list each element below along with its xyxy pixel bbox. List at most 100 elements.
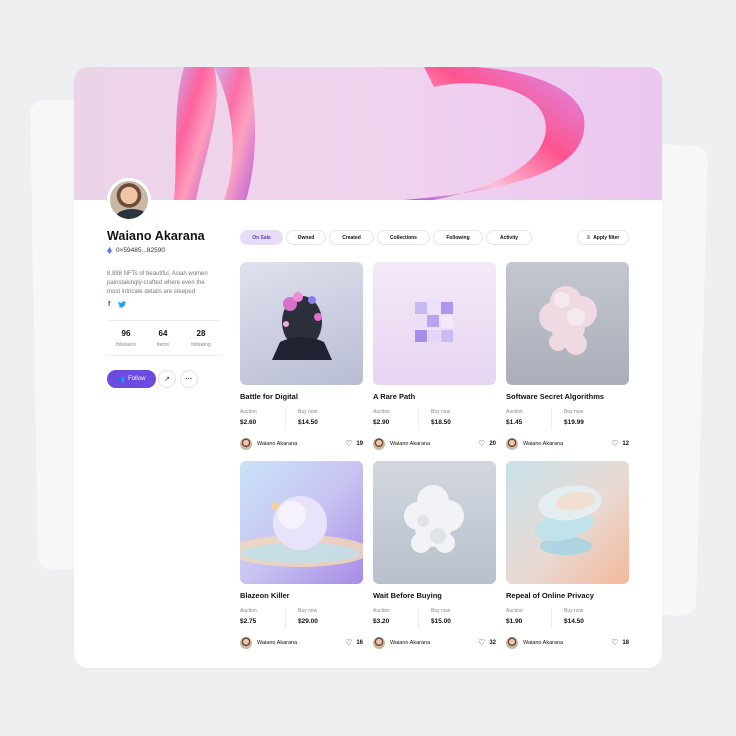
- nft-card[interactable]: A Rare Path Auction $2.90 Buy now $18.50 W…: [373, 262, 496, 450]
- facebook-icon[interactable]: f: [108, 301, 110, 310]
- nft-card[interactable]: Software Secret Algorithms Auction $1.45 …: [506, 262, 629, 450]
- profile-banner: [74, 67, 662, 200]
- buy-now-price: $19.99: [564, 419, 584, 426]
- tab-created[interactable]: Created: [329, 230, 374, 245]
- like-button[interactable]: ♡ 32: [478, 638, 496, 647]
- stats-divider-bottom: [107, 355, 221, 356]
- stat-following: 28 following: [183, 329, 219, 348]
- buy-now-label: Buy now: [564, 608, 584, 614]
- stat-value: 96: [121, 329, 131, 338]
- buy-now-label: Buy now: [298, 608, 318, 614]
- tab-activity[interactable]: Activity: [486, 230, 532, 245]
- auction-price: $2.75: [240, 618, 257, 625]
- buy-now-price: $14.50: [564, 618, 584, 625]
- nft-card[interactable]: Battle for Digital Auction $2.60 Buy now $…: [240, 262, 363, 450]
- filter-icon: ≡: [586, 234, 591, 241]
- like-count: 12: [622, 440, 629, 447]
- owner-avatar: [373, 437, 385, 450]
- nft-title[interactable]: A Rare Path: [373, 392, 496, 401]
- profile-card: Waiano Akarana 0×59485...82590 8,888 NFT…: [74, 67, 662, 668]
- owner-name[interactable]: Waiano Akarana: [523, 441, 611, 447]
- auction-price: $2.60: [240, 419, 257, 426]
- follow-button[interactable]: 👥 Follow: [107, 370, 156, 388]
- like-button[interactable]: ♡ 19: [345, 439, 363, 448]
- like-count: 16: [356, 639, 363, 646]
- heart-icon: ♡: [345, 638, 353, 647]
- auction-label: Auction: [240, 409, 257, 415]
- share-button[interactable]: ↗: [158, 370, 176, 388]
- nft-image-white-cloud[interactable]: [373, 461, 496, 584]
- wallet-address-text: 0×59485...82590: [116, 247, 165, 254]
- price-row: Auction $1.90 Buy now $14.50: [506, 608, 629, 628]
- nft-title[interactable]: Repeal of Online Privacy: [506, 591, 629, 600]
- price-row: Auction $2.60 Buy now $14.50: [240, 409, 363, 429]
- owner-row: Waiano Akarana ♡ 12: [506, 437, 629, 450]
- follow-label: Follow: [128, 376, 146, 382]
- tab-collections[interactable]: Collections: [377, 230, 430, 245]
- owner-row: Waiano Akarana ♡ 32: [373, 636, 496, 649]
- buy-now-price: $14.50: [298, 419, 318, 426]
- wallet-address[interactable]: 0×59485...82590: [107, 247, 165, 254]
- nft-image-cloud[interactable]: [506, 262, 629, 385]
- owner-row: Waiano Akarana ♡ 16: [240, 636, 363, 649]
- auction-label: Auction: [506, 409, 523, 415]
- like-count: 20: [489, 440, 496, 447]
- like-button[interactable]: ♡ 20: [478, 439, 496, 448]
- buy-now-price: $18.50: [431, 419, 451, 426]
- tab-owned[interactable]: Owned: [286, 230, 326, 245]
- twitter-icon[interactable]: [118, 301, 127, 310]
- like-button[interactable]: ♡ 12: [611, 439, 629, 448]
- owner-name[interactable]: Waiano Akarana: [257, 441, 345, 447]
- nft-image-sphere[interactable]: [240, 461, 363, 584]
- auction-price: $1.45: [506, 419, 523, 426]
- apply-filter-button[interactable]: ≡ Apply filter: [577, 230, 629, 245]
- nft-image-discs[interactable]: [506, 461, 629, 584]
- more-button[interactable]: ···: [180, 370, 198, 388]
- like-button[interactable]: ♡ 16: [345, 638, 363, 647]
- like-count: 32: [489, 639, 496, 646]
- add-user-icon: 👥: [117, 376, 126, 383]
- tab-bar: On Sale Owned Created Collections Follow…: [240, 230, 532, 245]
- owner-name[interactable]: Waiano Akarana: [390, 441, 478, 447]
- nft-image-robot-head[interactable]: [240, 262, 363, 385]
- buy-now-price: $15.00: [431, 618, 451, 625]
- nft-title[interactable]: Blazeon Killer: [240, 591, 363, 600]
- heart-icon: ♡: [611, 638, 619, 647]
- profile-bio: 8,888 NFTs of beautiful, Asian women pai…: [107, 271, 208, 295]
- owner-name[interactable]: Waiano Akarana: [390, 640, 478, 646]
- owner-name[interactable]: Waiano Akarana: [523, 640, 611, 646]
- buy-now-label: Buy now: [431, 409, 451, 415]
- price-row: Auction $1.45 Buy now $19.99: [506, 409, 629, 429]
- auction-label: Auction: [506, 608, 523, 614]
- owner-row: Waiano Akarana ♡ 19: [240, 437, 363, 450]
- nft-card[interactable]: Blazeon Killer Auction $2.75 Buy now $29.0…: [240, 461, 363, 649]
- arrow-up-right-icon: ↗: [164, 376, 170, 383]
- nft-image-cube[interactable]: [373, 262, 496, 385]
- stat-value: 64: [158, 329, 168, 338]
- auction-price: $3.20: [373, 618, 390, 625]
- like-count: 18: [622, 639, 629, 646]
- buy-now-label: Buy now: [564, 409, 584, 415]
- nft-title[interactable]: Battle for Digital: [240, 392, 363, 401]
- nft-title[interactable]: Software Secret Algorithms: [506, 392, 629, 401]
- heart-icon: ♡: [478, 439, 486, 448]
- nft-card[interactable]: Repeal of Online Privacy Auction $1.90 Bu…: [506, 461, 629, 649]
- auction-price: $1.90: [506, 618, 523, 625]
- owner-row: Waiano Akarana ♡ 18: [506, 636, 629, 649]
- price-row: Auction $2.90 Buy now $18.50: [373, 409, 496, 429]
- heart-icon: ♡: [478, 638, 486, 647]
- buy-now-label: Buy now: [298, 409, 318, 415]
- stat-items: 64 items: [145, 329, 181, 348]
- tab-following[interactable]: Following: [433, 230, 483, 245]
- owner-name[interactable]: Waiano Akarana: [257, 640, 345, 646]
- like-button[interactable]: ♡ 18: [611, 638, 629, 647]
- stat-label: items: [157, 342, 169, 348]
- stat-label: following: [191, 342, 211, 348]
- price-row: Auction $2.75 Buy now $29.00: [240, 608, 363, 628]
- ellipsis-icon: ···: [185, 375, 193, 383]
- tab-on-sale[interactable]: On Sale: [240, 230, 283, 245]
- price-row: Auction $3.20 Buy now $15.00: [373, 608, 496, 628]
- nft-title[interactable]: Wait Before Buying: [373, 591, 496, 600]
- nft-card[interactable]: Wait Before Buying Auction $3.20 Buy now $…: [373, 461, 496, 649]
- auction-label: Auction: [373, 608, 390, 614]
